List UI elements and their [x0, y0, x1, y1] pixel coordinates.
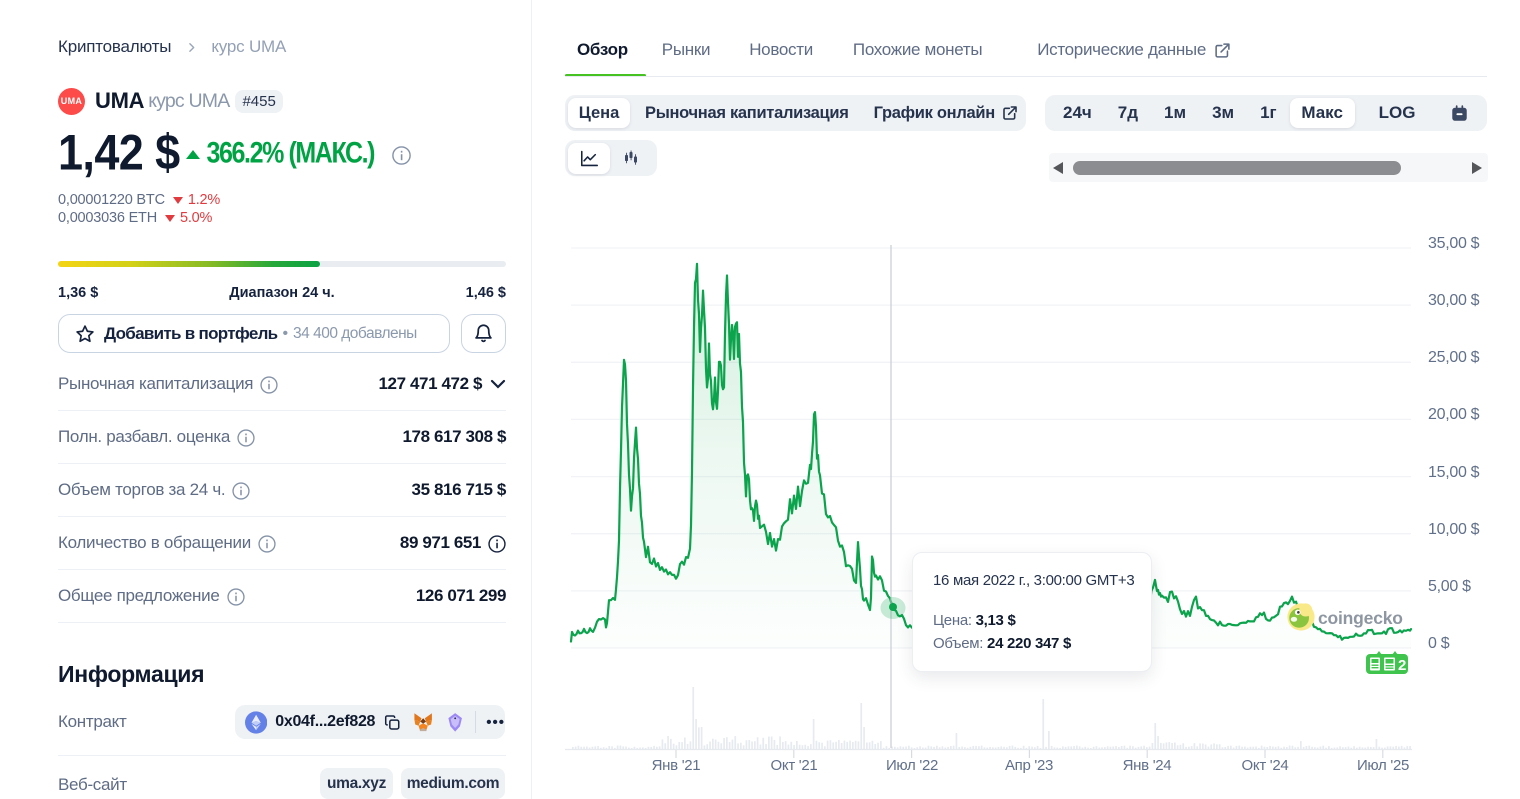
svg-text:2: 2: [1398, 657, 1406, 674]
